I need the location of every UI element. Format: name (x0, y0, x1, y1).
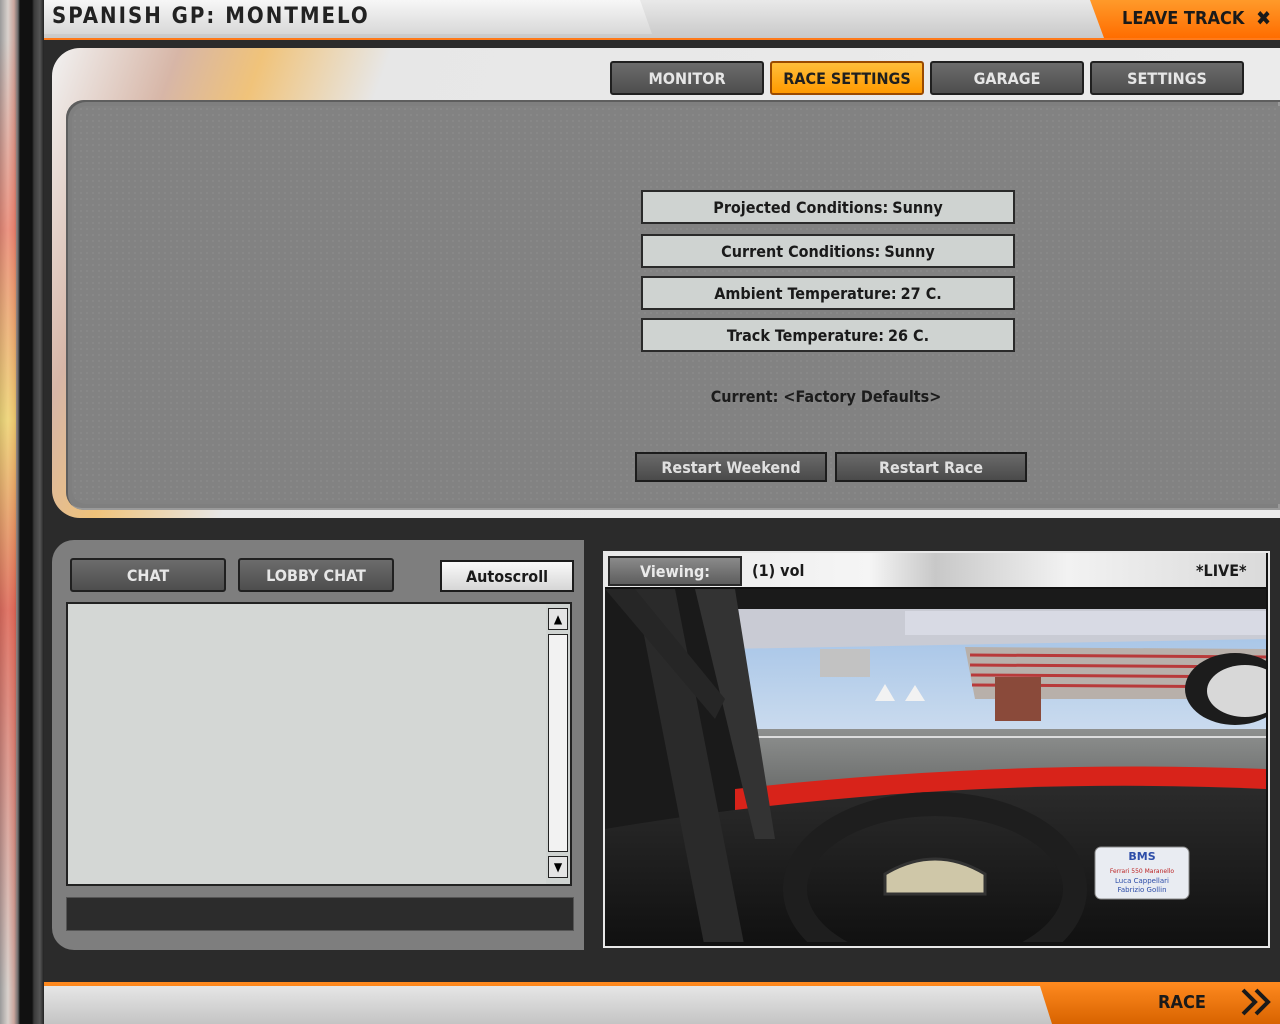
cockpit-scene: BMS Ferrari 550 Maranello Luca Cappellar… (605, 589, 1266, 942)
sticker-driver-1: Luca Cappellari (1115, 877, 1169, 885)
current-setup-label: Current: (710, 387, 779, 406)
track-temperature-value: 26 C. (888, 325, 930, 345)
current-setup-value: <Factory Defaults> (783, 387, 942, 406)
current-conditions-label: Current Conditions: (721, 241, 881, 261)
tab-chat[interactable]: CHAT (70, 558, 226, 592)
autoscroll-toggle[interactable]: Autoscroll (440, 560, 574, 592)
projected-conditions-value: Sunny (892, 197, 943, 217)
projected-conditions-field: Projected Conditions: Sunny (641, 190, 1015, 224)
projected-conditions-label: Projected Conditions: (713, 197, 889, 217)
sticker-car: Ferrari 550 Maranello (1110, 868, 1175, 875)
viewing-button[interactable]: Viewing: (608, 556, 742, 586)
left-frame-glow (0, 40, 16, 990)
race-button[interactable]: RACE (1158, 992, 1206, 1013)
leave-track-button[interactable]: LEAVE TRACK (1122, 8, 1244, 29)
tab-lobby-chat[interactable]: LOBBY CHAT (238, 558, 394, 592)
ambient-temperature-value: 27 C. (900, 283, 942, 303)
camera-view: BMS Ferrari 550 Maranello Luca Cappellar… (605, 589, 1266, 942)
track-title: SPANISH GP: MONTMELO (52, 4, 370, 29)
tab-garage[interactable]: GARAGE (930, 61, 1084, 95)
viewed-driver: (1) vol (752, 561, 805, 580)
bottom-plate (44, 986, 1052, 1024)
ambient-temperature-label: Ambient Temperature: (714, 283, 897, 303)
tab-settings[interactable]: SETTINGS (1090, 61, 1244, 95)
tab-race-settings[interactable]: RACE SETTINGS (770, 61, 924, 95)
close-icon[interactable]: ✖ (1256, 6, 1276, 30)
current-setup-row: Current: <Factory Defaults> (640, 387, 1012, 406)
restart-weekend-button[interactable]: Restart Weekend (635, 452, 827, 482)
track-temperature-label: Track Temperature: (726, 325, 884, 345)
current-conditions-value: Sunny (884, 241, 935, 261)
ambient-temperature-field: Ambient Temperature: 27 C. (641, 276, 1015, 310)
sticker-driver-2: Fabrizio Gollin (1117, 886, 1166, 894)
scrollbar-track[interactable] (548, 634, 568, 852)
current-conditions-field: Current Conditions: Sunny (641, 234, 1015, 268)
restart-race-button[interactable]: Restart Race (835, 452, 1027, 482)
live-indicator: *LIVE* (1196, 561, 1247, 580)
scroll-down-icon[interactable]: ▼ (548, 856, 568, 878)
double-chevron-right-icon[interactable] (1240, 986, 1274, 1018)
chat-input[interactable] (66, 897, 574, 931)
scroll-up-icon[interactable]: ▲ (548, 608, 568, 630)
track-temperature-field: Track Temperature: 26 C. (641, 318, 1015, 352)
sticker-brand: BMS (1128, 850, 1155, 863)
chat-log[interactable] (66, 602, 548, 886)
tab-monitor[interactable]: MONITOR (610, 61, 764, 95)
